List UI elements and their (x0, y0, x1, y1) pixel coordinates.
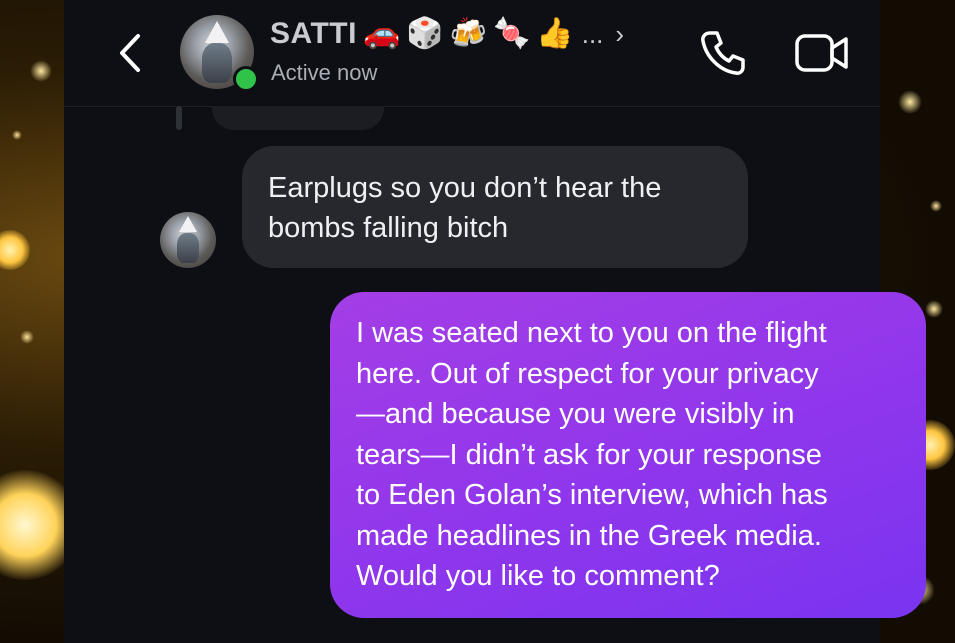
contact-name-button[interactable]: SATTI 🚗 🎲 🍻 🍬 👍 ... › (270, 14, 624, 54)
video-camera-icon (795, 34, 848, 72)
contact-name: SATTI (270, 17, 357, 50)
message-line: Would you like to comment? (356, 560, 720, 592)
car-emoji: 🚗 (362, 16, 401, 51)
message-line: Earplugs so you don’t hear the (268, 172, 662, 204)
thumbs-up-emoji: 👍 (536, 16, 574, 51)
bokeh-light (898, 90, 922, 114)
sender-avatar[interactable] (160, 212, 216, 268)
message-line: to Eden Golan’s interview, which has (356, 479, 828, 511)
phone-icon (701, 31, 745, 75)
reply-indicator (176, 106, 182, 130)
message-line: made headlines in the Greek media. (356, 519, 822, 552)
message-line: here. Out of respect for your privacy (356, 357, 819, 390)
chat-screen: SATTI 🚗 🎲 🍻 🍬 👍 ... › Active now Earplug… (64, 0, 926, 643)
chevron-right-icon: › (615, 18, 625, 49)
incoming-message[interactable]: Earplugs so you don’t hear the bombs fal… (242, 146, 748, 268)
video-call-button[interactable] (794, 30, 850, 76)
chat-header: SATTI 🚗 🎲 🍻 🍬 👍 ... › Active now (64, 0, 880, 107)
name-overflow: ... (581, 18, 604, 49)
back-arrow-icon (120, 34, 140, 72)
bokeh-light (0, 230, 30, 270)
message-line: —and because you were visibly in (356, 398, 795, 430)
candy-emoji: 🍬 (493, 16, 531, 51)
bokeh-light (12, 130, 22, 140)
bokeh-light (20, 330, 34, 344)
message-line: I was seated next to you on the flight (356, 317, 827, 349)
bokeh-light (925, 300, 943, 318)
message-line: tears—I didn’t ask for your response (356, 438, 822, 471)
outgoing-message[interactable]: I was seated next to you on the flight h… (330, 292, 926, 618)
bokeh-light (30, 60, 52, 82)
active-status: Active now (271, 60, 378, 85)
previous-media-message[interactable] (212, 106, 384, 130)
message-line: bombs falling bitch (268, 212, 509, 244)
beer-emoji: 🍻 (449, 16, 488, 51)
bokeh-light (930, 200, 942, 212)
back-button[interactable] (112, 32, 148, 74)
online-status-dot (233, 66, 259, 92)
voice-call-button[interactable] (698, 28, 748, 78)
dice-emoji: 🎲 (406, 16, 444, 51)
